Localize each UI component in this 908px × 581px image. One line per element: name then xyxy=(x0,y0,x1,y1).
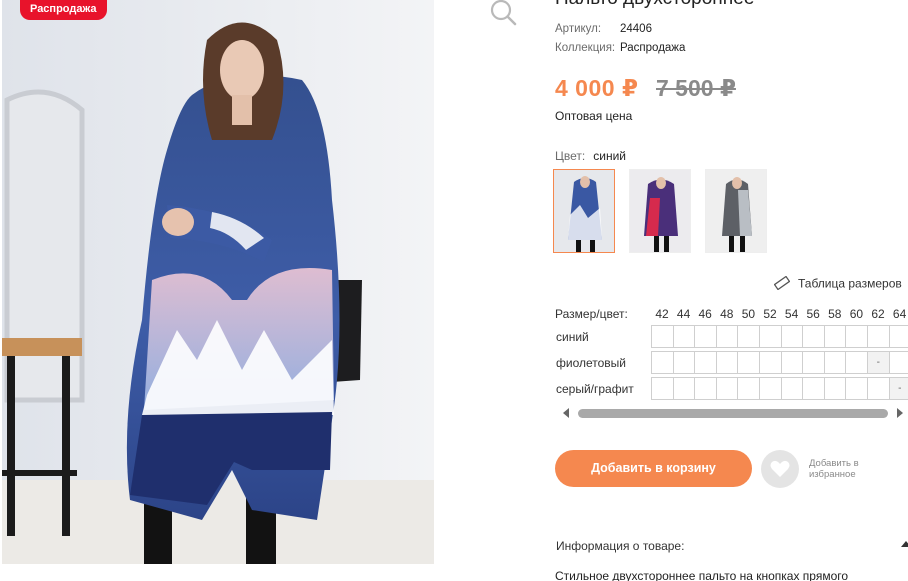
size-quantity-cell: - xyxy=(889,378,908,400)
scroll-thumb[interactable] xyxy=(578,409,888,418)
size-quantity-cell[interactable] xyxy=(652,352,674,374)
size-quantity-cell[interactable] xyxy=(695,326,717,348)
size-quantity-row xyxy=(651,325,908,348)
size-quantity-cell[interactable] xyxy=(824,326,847,348)
size-quantity-cell[interactable] xyxy=(803,352,825,374)
size-quantity-cell[interactable] xyxy=(846,378,868,400)
collection-row: Коллекция: Распродажа xyxy=(555,42,685,54)
wholesale-price-label: Оптовая цена xyxy=(555,109,633,123)
size-quantity-cell[interactable] xyxy=(652,378,674,400)
favorite-button[interactable] xyxy=(761,450,799,488)
size-column-header: 44 xyxy=(676,307,691,321)
collection-label: Коллекция: xyxy=(555,42,616,54)
size-quantity-cell[interactable] xyxy=(695,378,717,400)
size-quantity-cell[interactable] xyxy=(738,326,760,348)
size-quantity-cell[interactable] xyxy=(716,326,739,348)
size-quantity-row: - xyxy=(651,351,908,374)
color-swatch-blue[interactable] xyxy=(553,169,615,253)
size-table-scrollbar[interactable] xyxy=(560,406,908,420)
size-quantity-cell[interactable] xyxy=(867,326,890,348)
color-row: Цвет: синий xyxy=(555,149,626,163)
size-quantity-cell[interactable] xyxy=(759,378,782,400)
size-quantity-cell[interactable] xyxy=(803,378,825,400)
size-quantity-cell[interactable] xyxy=(673,326,696,348)
product-title: Пальто двухстороннее xyxy=(555,0,754,10)
size-quantity-cell[interactable] xyxy=(803,326,825,348)
size-quantity-cell[interactable] xyxy=(824,378,847,400)
size-quantity-cell[interactable] xyxy=(846,352,868,374)
size-quantity-cell[interactable] xyxy=(759,352,782,374)
size-quantity-cell[interactable] xyxy=(889,326,908,348)
size-header-label: Размер/цвет: xyxy=(555,307,628,321)
size-quantity-cell[interactable] xyxy=(738,378,760,400)
collection-value: Распродажа xyxy=(620,42,686,54)
size-quantity-cell[interactable] xyxy=(846,326,868,348)
size-row-label: серый/графит xyxy=(556,382,634,396)
size-quantity-cell: - xyxy=(867,352,890,374)
size-quantity-cell[interactable] xyxy=(652,326,674,348)
favorite-label-line2: избранное xyxy=(809,469,856,480)
color-swatch-grey[interactable] xyxy=(705,169,767,253)
size-table-link[interactable]: Таблица размеров xyxy=(773,275,902,293)
size-column-header: 50 xyxy=(741,307,756,321)
size-column-header: 46 xyxy=(698,307,712,321)
size-row-label: фиолетовый xyxy=(556,356,627,370)
size-quantity-cell[interactable] xyxy=(673,378,696,400)
size-column-header: 60 xyxy=(849,307,864,321)
product-photo[interactable] xyxy=(2,0,434,564)
size-quantity-cell[interactable] xyxy=(716,378,739,400)
size-quantity-cell[interactable] xyxy=(824,352,847,374)
add-to-cart-button[interactable]: Добавить в корзину xyxy=(555,450,752,487)
size-quantity-cell[interactable] xyxy=(673,352,696,374)
old-price: 7 500 ₽ xyxy=(656,75,736,101)
article-label: Артикул: xyxy=(555,23,602,35)
ruler-icon xyxy=(773,275,791,293)
size-column-header: 48 xyxy=(720,307,734,321)
size-column-header: 58 xyxy=(828,307,842,321)
size-column-header: 56 xyxy=(806,307,820,321)
sale-badge: Распродажа xyxy=(20,0,107,20)
size-quantity-cell[interactable] xyxy=(738,352,760,374)
size-quantity-cell[interactable] xyxy=(781,378,804,400)
product-info-title[interactable]: Информация о товаре: xyxy=(556,539,684,553)
size-table-label: Таблица размеров xyxy=(798,276,902,291)
product-description: Стильное двухстороннее пальто на кнопках… xyxy=(555,569,849,581)
article-row: Артикул: 24406 xyxy=(555,23,652,35)
scroll-right-arrow[interactable] xyxy=(897,408,903,418)
size-column-header: 42 xyxy=(655,307,669,321)
size-quantity-row: - xyxy=(651,377,908,400)
color-selected: синий xyxy=(593,149,626,163)
size-quantity-cell[interactable] xyxy=(695,352,717,374)
size-column-header: 62 xyxy=(871,307,885,321)
favorite-label[interactable]: Добавить в избранное xyxy=(809,458,889,480)
current-price: 4 000 ₽ xyxy=(555,75,639,101)
size-column-header: 52 xyxy=(763,307,777,321)
color-label: Цвет: xyxy=(555,149,586,163)
size-column-header: 54 xyxy=(784,307,799,321)
heart-icon xyxy=(770,460,790,477)
size-column-header: 64 xyxy=(892,307,907,321)
size-quantity-cell[interactable] xyxy=(781,352,804,374)
scroll-left-arrow[interactable] xyxy=(563,408,569,418)
size-quantity-cell[interactable] xyxy=(759,326,782,348)
article-value: 24406 xyxy=(620,23,652,35)
size-quantity-cell[interactable] xyxy=(889,352,908,374)
size-quantity-cell[interactable] xyxy=(781,326,804,348)
zoom-icon[interactable] xyxy=(488,0,518,28)
size-quantity-cell[interactable] xyxy=(867,378,890,400)
color-swatch-purple[interactable] xyxy=(629,169,691,253)
size-quantity-cell[interactable] xyxy=(716,352,739,374)
collapse-arrow-icon[interactable] xyxy=(901,541,908,547)
size-row-label: синий xyxy=(556,330,589,344)
favorite-label-line1: Добавить в xyxy=(809,458,859,469)
